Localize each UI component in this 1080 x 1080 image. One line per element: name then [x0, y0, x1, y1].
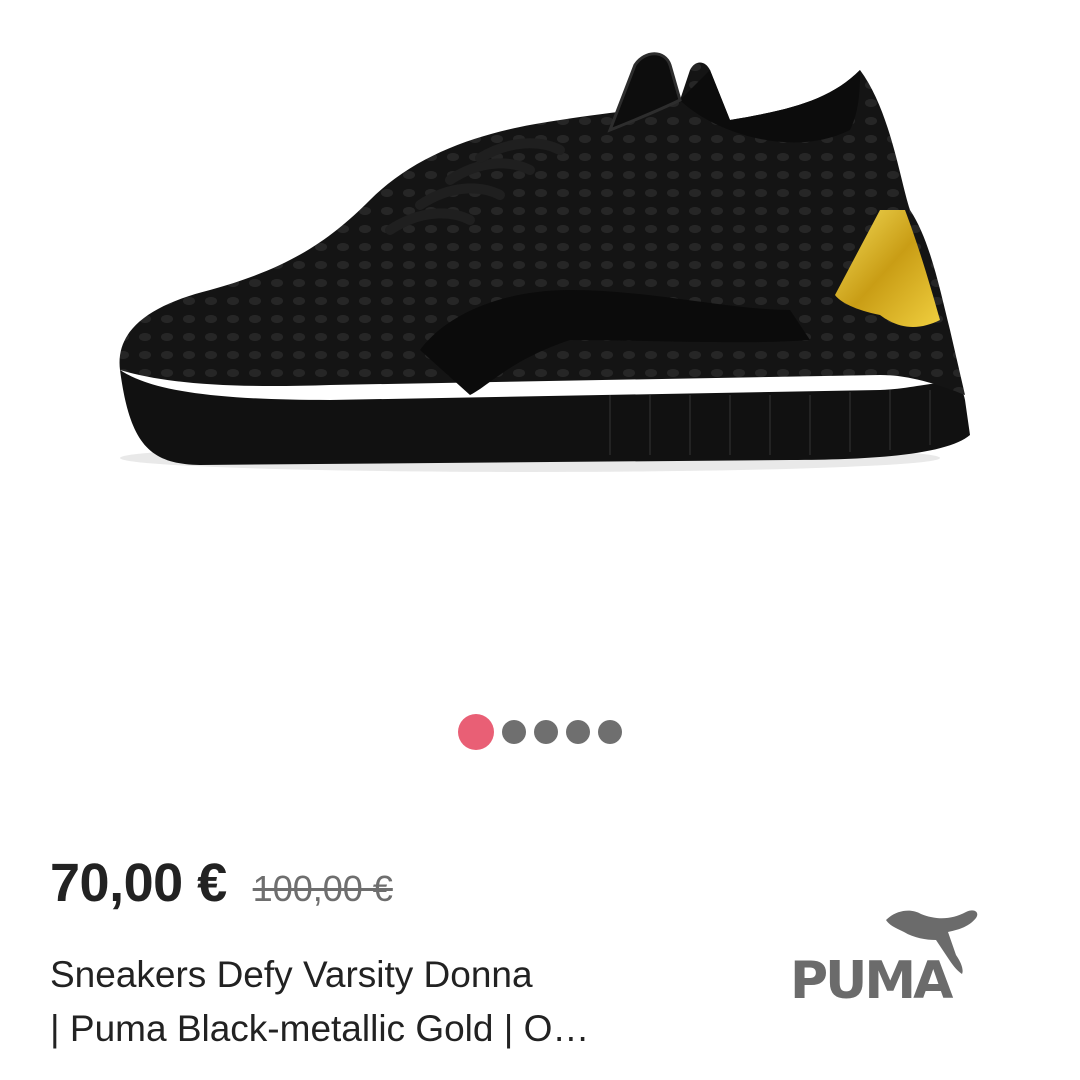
brand-logo[interactable]: PUMA [786, 900, 986, 1010]
original-price: 100,00 € [252, 868, 393, 909]
carousel-dot[interactable] [502, 720, 526, 744]
product-title-line-1: Sneakers Defy Varsity Donna [50, 954, 533, 995]
carousel-dot[interactable] [598, 720, 622, 744]
price-row: 70,00 € 100,00 € [50, 852, 393, 914]
brand-name: PUMA [790, 951, 953, 1010]
product-card: 70,00 € 100,00 € Sneakers Defy Varsity D… [0, 0, 1080, 1080]
carousel-dot[interactable] [458, 714, 494, 750]
product-title[interactable]: Sneakers Defy Varsity Donna | Puma Black… [50, 948, 740, 1056]
product-title-line-2: | Puma Black-metallic Gold | O… [50, 1008, 590, 1049]
current-price: 70,00 € [50, 853, 227, 913]
carousel-indicator[interactable] [0, 714, 1080, 750]
carousel-dot[interactable] [534, 720, 558, 744]
carousel-dot[interactable] [566, 720, 590, 744]
image-carousel[interactable] [0, 0, 1080, 700]
product-image[interactable] [90, 40, 990, 500]
